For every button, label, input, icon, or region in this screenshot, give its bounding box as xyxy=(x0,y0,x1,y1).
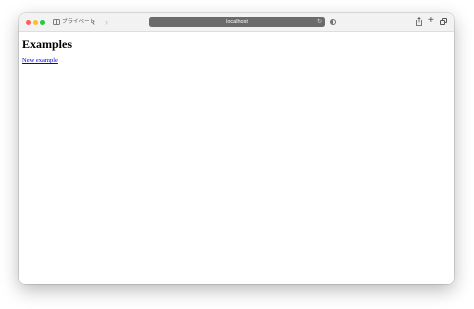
share-icon[interactable] xyxy=(416,17,422,26)
minimize-window-button[interactable] xyxy=(33,19,38,25)
reader-mode-icon[interactable] xyxy=(330,18,336,25)
new-example-link[interactable]: New example xyxy=(22,57,58,65)
new-tab-icon[interactable]: + xyxy=(428,15,434,27)
page-title: Examples xyxy=(22,37,73,51)
address-bar[interactable]: localhost ↻ xyxy=(149,17,325,27)
sidebar-toggle-icon[interactable] xyxy=(53,18,60,25)
private-mode-label: プライベート xyxy=(62,18,96,25)
browser-window: プライベート ‹ › localhost ↻ + Examples New ex… xyxy=(19,13,454,284)
maximize-window-button[interactable] xyxy=(40,19,45,25)
close-window-button[interactable] xyxy=(26,19,31,25)
back-button[interactable]: ‹ xyxy=(92,16,95,28)
tab-overview-icon[interactable] xyxy=(440,18,447,25)
address-text: localhost xyxy=(226,19,248,25)
browser-toolbar: プライベート ‹ › localhost ↻ + xyxy=(19,13,454,32)
page-content: Examples New example xyxy=(19,32,454,284)
forward-button[interactable]: › xyxy=(105,16,108,28)
reload-icon[interactable]: ↻ xyxy=(317,18,322,26)
